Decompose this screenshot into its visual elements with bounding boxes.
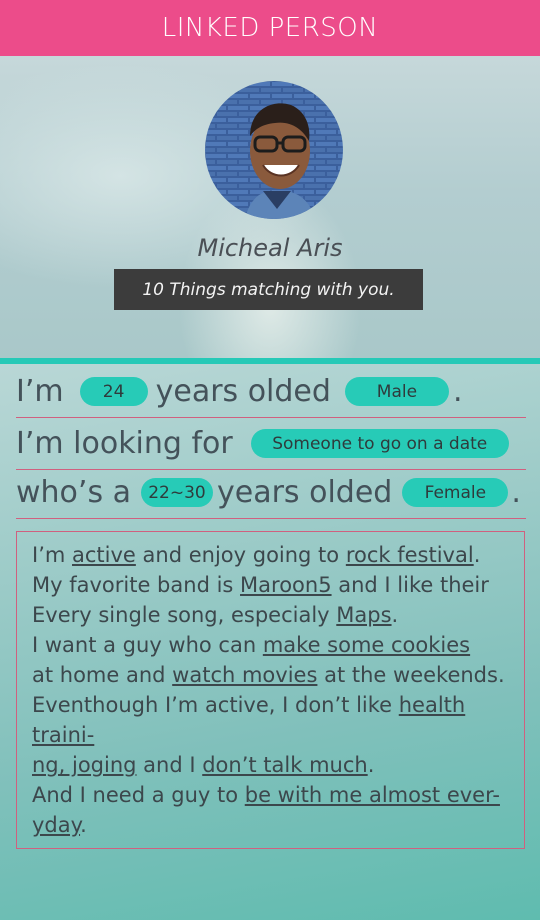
page-title: LINKED PERSON [161, 13, 379, 43]
match-count-button[interactable]: 10 Things matching with you. [114, 269, 423, 310]
tag-active[interactable]: active [72, 543, 136, 567]
years-olded-text: years olded [155, 374, 331, 409]
bio-line: Eventhough I’m active, I don’t like heal… [32, 693, 466, 747]
preferred-gender-pill[interactable]: Female [402, 478, 509, 507]
profile-name: Micheal Aris [197, 234, 343, 262]
gender-pill[interactable]: Male [344, 377, 449, 406]
age-gender-row: I’m 24 years olded Male . [16, 366, 526, 418]
profile-hero: Micheal Aris 10 Things matching with you… [0, 56, 540, 358]
bio-line: I want a guy who can make some cookies [32, 633, 471, 657]
tag-rock-festival[interactable]: rock festival [346, 543, 474, 567]
age-prefix-text: I’m [16, 374, 64, 409]
whos-a-text: who’s a [16, 475, 131, 510]
tag-dont-talk-much[interactable]: don’t talk much [202, 753, 367, 777]
intent-pill[interactable]: Someone to go on a date [250, 429, 509, 458]
looking-for-row: I’m looking for Someone to go on a date [16, 418, 526, 470]
bio-box: I’m active and enjoy going to rock festi… [16, 531, 525, 849]
tag-everyday[interactable]: yday [32, 813, 80, 837]
bio-line: And I need a guy to be with me almost ev… [32, 783, 500, 807]
bio-line: yday. [32, 813, 87, 837]
avatar[interactable] [205, 81, 343, 219]
profile-photo-icon [205, 81, 343, 219]
age-pill[interactable]: 24 [79, 377, 148, 406]
row-period-2: . [511, 475, 521, 510]
bio-line: I’m active and enjoy going to rock festi… [32, 543, 481, 567]
row-period: . [452, 374, 463, 409]
bio-line: Every single song, especialy Maps. [32, 603, 399, 627]
age-range-pill[interactable]: 22~30 [141, 478, 213, 507]
bio-line: ng, joging and I don’t talk much. [32, 753, 375, 777]
looking-for-text: I’m looking for [16, 426, 233, 461]
header-bar: LINKED PERSON [0, 0, 540, 56]
tag-be-with-me[interactable]: be with me almost ever- [245, 783, 500, 807]
tag-joging[interactable]: ng, joging [32, 753, 136, 777]
tag-watch-movies[interactable]: watch movies [172, 663, 317, 687]
tag-maroon5[interactable]: Maroon5 [240, 573, 332, 597]
bio-line: at home and watch movies at the weekends… [32, 663, 505, 687]
tag-make-cookies[interactable]: make some cookies [263, 633, 470, 657]
tag-maps[interactable]: Maps [336, 603, 391, 627]
years-olded-text-2: years olded [217, 475, 393, 510]
bio-line: My favorite band is Maroon5 and I like t… [32, 573, 489, 597]
preference-row: who’s a 22~30 years olded Female . [16, 467, 526, 519]
